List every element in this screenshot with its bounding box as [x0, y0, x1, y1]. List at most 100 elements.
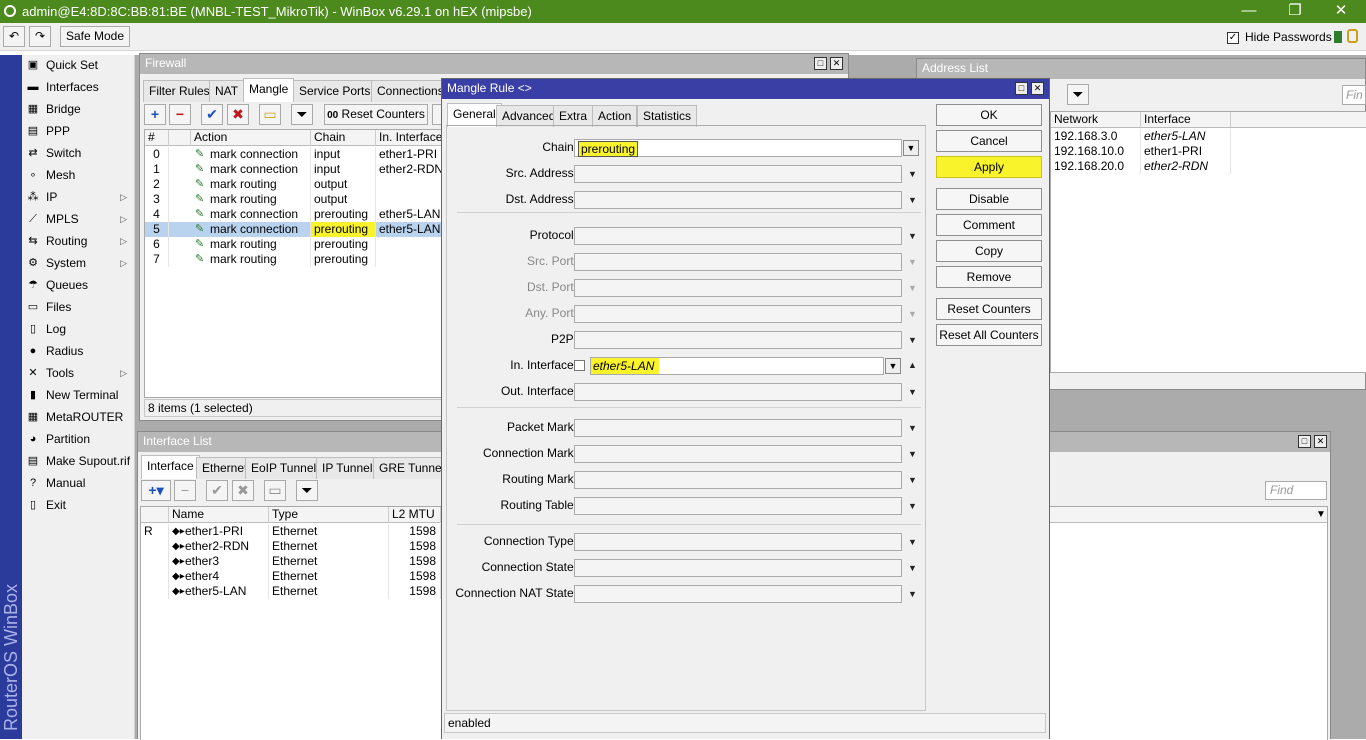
collapse-arrow-icon[interactable]: ▲	[908, 360, 917, 370]
menu-item-metarouter[interactable]: ▦ MetaROUTER	[22, 407, 135, 429]
ok-button[interactable]: OK	[936, 104, 1042, 126]
input-connection-type-field[interactable]	[574, 533, 902, 551]
copy-button[interactable]: Copy	[936, 240, 1042, 262]
comment-icon[interactable]: ▭	[259, 104, 281, 125]
input-p2p-field[interactable]	[574, 331, 902, 349]
close-button[interactable]: ✕	[1318, 1, 1364, 22]
menu-item-make-supout-rif[interactable]: ▤ Make Supout.rif	[22, 451, 135, 473]
tab-interface[interactable]: Interface	[141, 455, 200, 479]
input-routing-mark-field[interactable]	[574, 471, 902, 489]
menu-item-routing[interactable]: ⇆ Routing ▷	[22, 231, 135, 253]
dropdown-arrow-icon[interactable]: ▼	[908, 563, 917, 573]
reset-all-counters-button[interactable]: Reset All Counters	[936, 324, 1042, 346]
close-icon[interactable]: ✕	[1031, 82, 1044, 95]
close-icon[interactable]: ✕	[830, 57, 843, 70]
tab-extra[interactable]: Extra	[553, 105, 594, 127]
hide-passwords-checkbox[interactable]: ✓	[1227, 30, 1239, 44]
dropdown-arrow-icon[interactable]: ▼	[908, 501, 917, 511]
maximize-icon[interactable]: □	[1298, 435, 1311, 448]
input-any-port-field[interactable]	[574, 305, 902, 323]
filter-icon[interactable]: ⏷	[1067, 84, 1089, 105]
tab-statistics[interactable]: Statistics	[637, 105, 698, 127]
menu-item-exit[interactable]: ▯ Exit	[22, 495, 135, 517]
menu-item-manual[interactable]: ? Manual	[22, 473, 135, 495]
address-find-input[interactable]: Fin	[1342, 85, 1366, 105]
tab-nat[interactable]: NAT	[209, 80, 245, 102]
maximize-icon[interactable]: □	[814, 57, 827, 70]
dropdown-arrow-icon[interactable]: ▼	[908, 335, 917, 345]
add-dropdown-icon[interactable]: +▾	[141, 480, 171, 501]
column-header-name[interactable]: Name	[169, 507, 269, 523]
table-row[interactable]: 2 ✎ mark routing output	[145, 177, 443, 192]
tab-ip-tunnel[interactable]: IP Tunnel	[316, 457, 379, 479]
input-src-port-field[interactable]	[574, 253, 902, 271]
input-connection-state-field[interactable]	[574, 559, 902, 577]
column-header-network[interactable]: Network	[1051, 112, 1141, 128]
menu-item-log[interactable]: ▯ Log	[22, 319, 135, 341]
remove-button[interactable]: Remove	[936, 266, 1042, 288]
table-row[interactable]: 7 ✎ mark routing prerouting	[145, 252, 443, 267]
dropdown-arrow-icon[interactable]: ▼	[908, 387, 917, 397]
input-dst-port-field[interactable]	[574, 279, 902, 297]
menu-item-radius[interactable]: ● Radius	[22, 341, 135, 363]
dropdown-arrow-icon[interactable]: ▼	[908, 475, 917, 485]
in-interface-dropdown-icon[interactable]: ▼	[885, 358, 901, 374]
dropdown-arrow-icon[interactable]: ▼	[908, 423, 917, 433]
table-row[interactable]: 4 ✎ mark connection prerouting ether5-LAN	[145, 207, 443, 222]
tab-gre-tunnel[interactable]: GRE Tunnel	[373, 457, 451, 479]
menu-item-quick-set[interactable]: ▣ Quick Set	[22, 55, 135, 77]
column-header-flags[interactable]	[141, 507, 169, 523]
cancel-button[interactable]: Cancel	[936, 130, 1042, 152]
input-dst-address-field[interactable]	[574, 191, 902, 209]
enable-icon[interactable]: ✔	[201, 104, 223, 125]
tab-action[interactable]: Action	[592, 105, 638, 127]
safe-mode-button[interactable]: Safe Mode	[60, 26, 130, 47]
menu-item-ip[interactable]: ⁂ IP ▷	[22, 187, 135, 209]
tab-general[interactable]: General	[447, 103, 502, 127]
filter-icon[interactable]: ⏷	[291, 104, 313, 125]
column-header-in-interface[interactable]: In. Interface	[376, 130, 443, 146]
menu-item-mpls[interactable]: ⟋ MPLS ▷	[22, 209, 135, 231]
close-icon[interactable]: ✕	[1314, 435, 1327, 448]
input-protocol-field[interactable]	[574, 227, 902, 245]
table-row[interactable]: 3 ✎ mark routing output	[145, 192, 443, 207]
menu-item-files[interactable]: ▭ Files	[22, 297, 135, 319]
column-header-flags[interactable]	[169, 130, 191, 146]
enable-icon[interactable]: ✔	[206, 480, 228, 501]
menu-item-tools[interactable]: ✕ Tools ▷	[22, 363, 135, 385]
maximize-icon[interactable]: □	[1015, 82, 1028, 95]
input-packet-mark-field[interactable]	[574, 419, 902, 437]
menu-item-queues[interactable]: ☂ Queues	[22, 275, 135, 297]
table-row[interactable]: 6 ✎ mark routing prerouting	[145, 237, 443, 252]
comment-button[interactable]: Comment	[936, 214, 1042, 236]
dropdown-arrow-icon[interactable]: ▼	[908, 169, 917, 179]
dropdown-arrow-icon[interactable]: ▼	[908, 283, 917, 293]
table-row[interactable]: 192.168.10.0 ether1-PRI	[1051, 144, 1366, 159]
comment-icon[interactable]: ▭	[264, 480, 286, 501]
in-interface-negate-checkbox[interactable]	[574, 360, 585, 371]
dropdown-arrow-icon[interactable]: ▼	[908, 537, 917, 547]
input-connection-nat-state-field[interactable]	[574, 585, 902, 603]
column-header-chain[interactable]: Chain	[311, 130, 376, 146]
tab-connections[interactable]: Connections	[371, 80, 450, 102]
table-row[interactable]: 0 ✎ mark connection input ether1-PRI	[145, 147, 443, 162]
table-row[interactable]: 1 ✎ mark connection input ether2-RDN	[145, 162, 443, 177]
menu-item-mesh[interactable]: ∘ Mesh	[22, 165, 135, 187]
add-icon[interactable]: +	[144, 104, 166, 125]
dropdown-arrow-icon[interactable]: ▼	[908, 449, 917, 459]
menu-item-partition[interactable]: ◕ Partition	[22, 429, 135, 451]
reset-counters-button[interactable]: Reset Counters	[936, 298, 1042, 320]
dropdown-arrow-icon[interactable]: ▼	[908, 231, 917, 241]
menu-item-bridge[interactable]: ▦ Bridge	[22, 99, 135, 121]
tab-eoip-tunnel[interactable]: EoIP Tunnel	[245, 457, 323, 479]
tab-advanced[interactable]: Advanced	[496, 105, 562, 127]
menu-item-switch[interactable]: ⇄ Switch	[22, 143, 135, 165]
input-out-interface-field[interactable]	[574, 383, 902, 401]
reset-counters-button[interactable]: 00 Reset Counters	[324, 104, 428, 125]
input-connection-mark-field[interactable]	[574, 445, 902, 463]
dropdown-arrow-icon[interactable]: ▼	[908, 309, 917, 319]
disable-button[interactable]: Disable	[936, 188, 1042, 210]
table-row[interactable]: 192.168.20.0 ether2-RDN	[1051, 159, 1366, 174]
column-header-type[interactable]: Type	[269, 507, 389, 523]
chain-dropdown-icon[interactable]: ▼	[903, 140, 919, 156]
